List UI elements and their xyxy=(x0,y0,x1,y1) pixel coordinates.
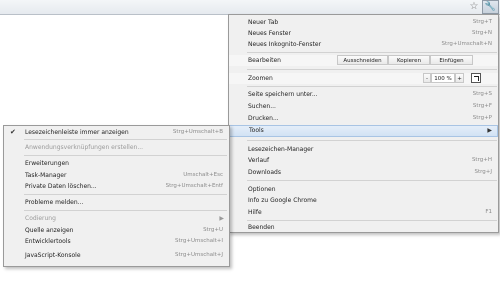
menu-item-shortcut: Strg+H xyxy=(471,157,492,163)
menu-item-shortcut: Strg+N xyxy=(471,30,492,36)
menu-item-shortcut: Strg+F xyxy=(472,103,492,109)
menu-item-label: Neuer Tab xyxy=(248,19,279,26)
menu-item-label: Lesezeichenleiste immer anzeigen xyxy=(25,129,129,136)
menu-item-shortcut: Strg+U xyxy=(203,227,223,233)
submenu-arrow-icon: ▶ xyxy=(487,127,492,134)
menu-item-js-console[interactable]: JavaScript-Konsole Strg+Umschalt+J xyxy=(4,250,229,261)
menu-separator xyxy=(24,194,227,195)
menu-item-label: Zoomen xyxy=(248,75,273,82)
cut-button[interactable]: Ausschneiden xyxy=(337,55,388,65)
menu-separator xyxy=(24,155,227,156)
menu-item-downloads[interactable]: Downloads Strg+J xyxy=(229,167,498,178)
menu-item-label: JavaScript-Konsole xyxy=(25,252,81,259)
menu-item-clear-data[interactable]: Private Daten löschen... Strg+Umschalt+E… xyxy=(4,181,229,192)
submenu-arrow-icon: ▶ xyxy=(219,215,224,222)
menu-item-shortcut: Umschalt+Esc xyxy=(183,172,223,178)
browser-toolbar: ☆ 🔧 xyxy=(0,0,500,15)
menu-item-shortcut: Strg+Umschalt+I xyxy=(175,238,223,244)
wrench-icon[interactable]: 🔧 xyxy=(482,0,499,14)
menu-separator xyxy=(247,86,497,87)
tools-submenu: ✔ Lesezeichenleiste immer anzeigen Strg+… xyxy=(3,125,230,267)
menu-item-exit[interactable]: Beenden xyxy=(229,222,498,233)
zoom-out-button[interactable]: - xyxy=(423,73,431,83)
menu-separator xyxy=(247,52,497,53)
menu-item-help[interactable]: Hilfe F1 xyxy=(229,207,498,218)
wrench-menu: Neuer Tab Strg+T Neues Fenster Strg+N Ne… xyxy=(228,14,499,233)
menu-item-shortcut: Strg+J xyxy=(474,169,492,175)
menu-item-label: Neues Fenster xyxy=(248,30,291,37)
menu-item-label: Downloads xyxy=(248,169,281,176)
menu-item-label: Erweiterungen xyxy=(25,160,69,167)
star-icon[interactable]: ☆ xyxy=(468,0,480,13)
menu-separator xyxy=(24,139,227,140)
menu-item-label: Bearbeiten xyxy=(248,57,281,64)
paste-button[interactable]: Einfügen xyxy=(430,55,473,65)
menu-item-label: Entwicklertools xyxy=(25,238,71,245)
menu-item-label: Lesezeichen-Manager xyxy=(248,146,314,153)
menu-separator xyxy=(247,140,497,141)
menu-separator xyxy=(247,69,497,70)
zoom-level: 100 % xyxy=(431,73,455,83)
menu-item-extensions[interactable]: Erweiterungen xyxy=(4,158,229,169)
menu-separator xyxy=(247,180,497,181)
menu-item-label: Drucken... xyxy=(248,115,279,122)
menu-item-label: Neues Inkognito-Fenster xyxy=(248,41,322,48)
menu-item-options[interactable]: Optionen xyxy=(229,184,498,195)
checkmark-icon: ✔ xyxy=(10,128,16,136)
menu-item-zoom: Zoomen - 100 % + xyxy=(229,73,498,84)
menu-item-new-window[interactable]: Neues Fenster Strg+N xyxy=(229,28,498,39)
copy-button[interactable]: Kopieren xyxy=(388,55,430,65)
menu-item-find[interactable]: Suchen... Strg+F xyxy=(229,101,498,112)
menu-item-label: Info zu Google Chrome xyxy=(248,197,317,204)
menu-item-label: Anwendungsverknüpfungen erstellen... xyxy=(25,144,144,151)
menu-item-shortcut: Strg+T xyxy=(472,19,492,25)
menu-item-label: Quelle anzeigen xyxy=(25,227,74,234)
fullscreen-icon[interactable] xyxy=(471,73,481,83)
menu-item-label: Hilfe xyxy=(248,209,262,216)
menu-item-history[interactable]: Verlauf Strg+H xyxy=(229,155,498,166)
menu-item-label: Beenden xyxy=(248,224,275,231)
menu-item-label: Probleme melden... xyxy=(25,199,84,206)
menu-item-shortcut: Strg+P xyxy=(472,115,492,121)
zoom-in-button[interactable]: + xyxy=(455,73,464,83)
menu-item-label: Codierung xyxy=(25,215,56,222)
menu-item-shortcut: F1 xyxy=(485,209,492,215)
menu-item-save-page[interactable]: Seite speichern unter... Strg+S xyxy=(229,89,498,100)
menu-item-shortcut: Strg+Umschalt+J xyxy=(175,252,223,258)
menu-item-tools[interactable]: Tools ▶ xyxy=(229,125,498,137)
menu-item-label: Task-Manager xyxy=(25,172,67,179)
menu-item-bookmark-manager[interactable]: Lesezeichen-Manager xyxy=(229,144,498,155)
menu-item-shortcut: Strg+Umschalt+B xyxy=(172,129,223,135)
menu-item-shortcut: Strg+S xyxy=(472,91,492,97)
menu-item-encoding: Codierung ▶ xyxy=(4,213,229,224)
menu-item-label: Suchen... xyxy=(248,103,276,110)
menu-item-new-incognito[interactable]: Neues Inkognito-Fenster Strg+Umschalt+N xyxy=(229,39,498,50)
menu-item-label: Tools xyxy=(249,127,264,134)
menu-item-view-source[interactable]: Quelle anzeigen Strg+U xyxy=(4,225,229,236)
menu-item-print[interactable]: Drucken... Strg+P xyxy=(229,113,498,124)
menu-item-label: Seite speichern unter... xyxy=(248,91,318,98)
menu-item-report-issue[interactable]: Probleme melden... xyxy=(4,197,229,208)
menu-item-edit: Bearbeiten Ausschneiden Kopieren Einfüge… xyxy=(229,55,498,66)
menu-item-label: Verlauf xyxy=(248,157,270,164)
menu-item-dev-tools[interactable]: Entwicklertools Strg+Umschalt+I xyxy=(4,236,229,247)
menu-item-new-tab[interactable]: Neuer Tab Strg+T xyxy=(229,17,498,28)
menu-item-bookmarks-bar[interactable]: ✔ Lesezeichenleiste immer anzeigen Strg+… xyxy=(4,127,229,138)
menu-item-label: Optionen xyxy=(248,186,276,193)
menu-separator xyxy=(247,220,497,221)
menu-separator xyxy=(24,210,227,211)
menu-item-app-shortcuts: Anwendungsverknüpfungen erstellen... xyxy=(4,142,229,153)
menu-item-shortcut: Strg+Umschalt+N xyxy=(441,41,492,47)
menu-item-task-manager[interactable]: Task-Manager Umschalt+Esc xyxy=(4,170,229,181)
menu-item-shortcut: Strg+Umschalt+Entf xyxy=(165,183,223,189)
menu-item-about[interactable]: Info zu Google Chrome xyxy=(229,195,498,206)
menu-item-label: Private Daten löschen... xyxy=(25,183,97,190)
